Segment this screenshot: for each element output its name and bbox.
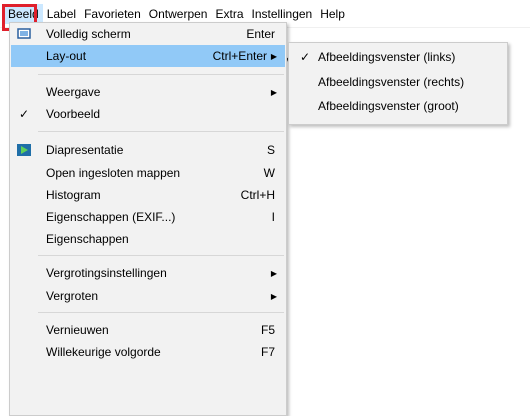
menu-favorieten[interactable]: Favorieten xyxy=(80,4,145,24)
menu-item-label: Willekeurige volgorde xyxy=(46,345,161,359)
menu-item-label: Vernieuwen xyxy=(46,323,109,337)
menu-item-shortcut: Ctrl+Enter xyxy=(212,49,267,63)
menu-item-label: Voorbeeld xyxy=(46,107,101,121)
menu-item-shortcut: I xyxy=(271,210,275,224)
menu-item-label: Vergrotingsinstellingen xyxy=(46,266,167,280)
menu-item-diapresentatie[interactable]: Diapresentatie S xyxy=(11,139,285,161)
menu-item-weergave[interactable]: Weergave ▶ xyxy=(11,81,285,103)
menu-item-willekeurige-volgorde[interactable]: Willekeurige volgorde F7 xyxy=(11,341,285,363)
menu-item-eigenschappen[interactable]: Eigenschappen xyxy=(11,228,285,250)
submenu-arrow-icon: ▶ xyxy=(270,51,277,61)
check-icon: ✓ xyxy=(300,50,311,64)
menu-item-vernieuwen[interactable]: Vernieuwen F5 xyxy=(11,319,285,341)
submenu-item-label: Afbeeldingsvenster (groot) xyxy=(318,99,459,113)
menu-item-shortcut: W xyxy=(263,166,275,180)
menu-item-label: Vergroten xyxy=(46,289,99,303)
slideshow-icon xyxy=(16,142,32,158)
menu-item-label: Open ingesloten mappen xyxy=(46,166,181,180)
menu-item-eigenschappen-exif[interactable]: Eigenschappen (EXIF...) I xyxy=(11,206,285,228)
menu-item-label: Lay-out xyxy=(46,49,87,63)
menu-item-shortcut: Ctrl+H xyxy=(240,188,275,202)
submenu-item-afbeeldingsvenster-links[interactable]: ✓ Afbeeldingsvenster (links) xyxy=(290,46,506,68)
layout-submenu: ✓ Afbeeldingsvenster (links) Afbeeldings… xyxy=(288,42,508,125)
menu-separator xyxy=(38,131,284,132)
menu-item-shortcut: S xyxy=(266,143,275,157)
beeld-dropdown-menu: Volledig scherm Enter Lay-out Ctrl+Enter… xyxy=(9,22,287,416)
menu-item-label: Eigenschappen (EXIF...) xyxy=(46,210,176,224)
menu-extra[interactable]: Extra xyxy=(211,4,247,24)
menu-instellingen[interactable]: Instellingen xyxy=(248,4,317,24)
menu-item-label: Eigenschappen xyxy=(46,232,129,246)
menu-item-histogram[interactable]: Histogram Ctrl+H xyxy=(11,184,285,206)
menu-item-lay-out[interactable]: Lay-out Ctrl+Enter ▶ xyxy=(11,45,285,67)
menu-item-shortcut: Enter xyxy=(246,27,275,41)
check-icon: ✓ xyxy=(18,107,30,121)
menu-item-shortcut: F5 xyxy=(260,323,275,337)
menu-help[interactable]: Help xyxy=(316,4,349,24)
menu-separator xyxy=(38,255,284,256)
submenu-item-afbeeldingsvenster-groot[interactable]: Afbeeldingsvenster (groot) xyxy=(290,95,506,117)
fullscreen-icon xyxy=(16,26,32,42)
menu-item-volledig-scherm[interactable]: Volledig scherm Enter xyxy=(11,23,285,45)
submenu-item-label: Afbeeldingsvenster (rechts) xyxy=(318,75,465,89)
submenu-item-afbeeldingsvenster-rechts[interactable]: Afbeeldingsvenster (rechts) xyxy=(290,71,506,93)
menu-item-open-ingesloten-mappen[interactable]: Open ingesloten mappen W xyxy=(11,162,285,184)
menu-item-label: Histogram xyxy=(46,188,101,202)
submenu-arrow-icon: ▶ xyxy=(270,87,277,97)
submenu-arrow-icon: ▶ xyxy=(270,268,277,278)
menu-item-label: Weergave xyxy=(46,85,101,99)
menu-beeld[interactable]: Beeld xyxy=(4,3,43,24)
menu-label[interactable]: Label xyxy=(43,4,80,24)
menu-item-voorbeeld[interactable]: ✓ Voorbeeld xyxy=(11,103,285,125)
menu-ontwerpen[interactable]: Ontwerpen xyxy=(145,4,212,24)
submenu-item-label: Afbeeldingsvenster (links) xyxy=(318,50,456,64)
menu-item-vergroten[interactable]: Vergroten ▶ xyxy=(11,285,285,307)
menu-item-label: Diapresentatie xyxy=(46,143,124,157)
menu-separator xyxy=(38,74,284,75)
submenu-arrow-icon: ▶ xyxy=(270,291,277,301)
menu-separator xyxy=(38,312,284,313)
menu-item-shortcut: F7 xyxy=(260,345,275,359)
menu-item-label: Volledig scherm xyxy=(46,27,131,41)
menu-item-vergrotingsinstellingen[interactable]: Vergrotingsinstellingen ▶ xyxy=(11,262,285,284)
